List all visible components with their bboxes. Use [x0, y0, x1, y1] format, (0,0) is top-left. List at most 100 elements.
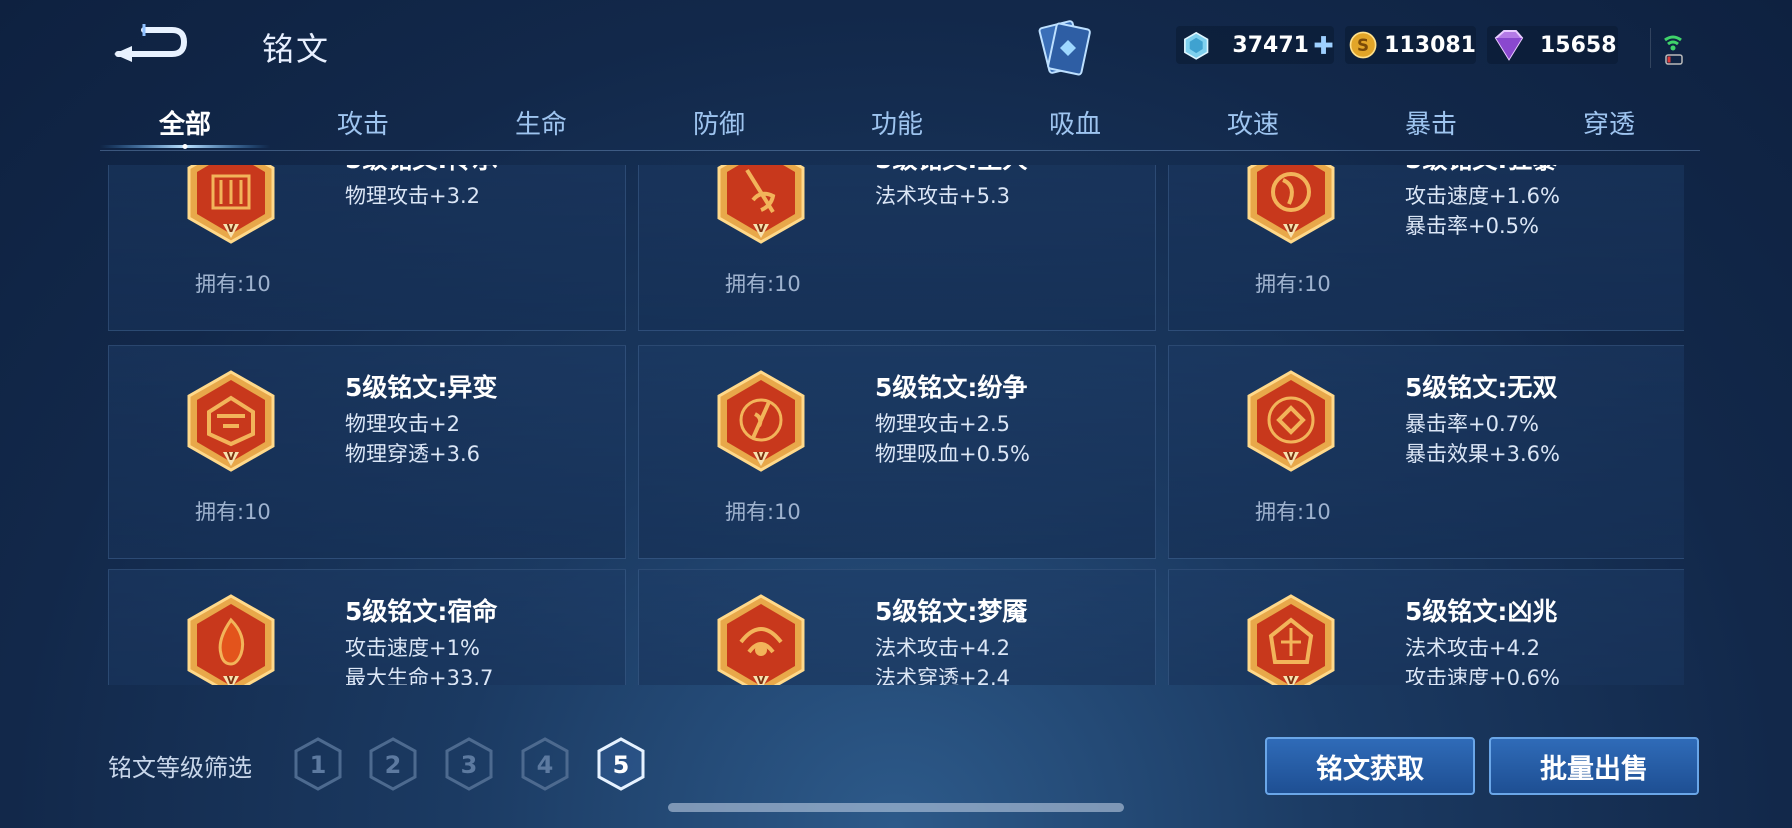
inscription-badge-icon: V: [1247, 165, 1335, 244]
level-number: 2: [385, 751, 402, 779]
inscription-badge-icon: V: [1247, 370, 1335, 472]
home-indicator: [668, 803, 1124, 812]
level-number: 3: [461, 751, 478, 779]
inscription-card[interactable]: V 5级铭文:狂暴 攻击速度+1.6% 暴击率+0.5% 拥有:10: [1168, 165, 1684, 331]
tab-attack-speed[interactable]: 攻速: [1227, 104, 1279, 141]
inscription-card[interactable]: V 5级铭文:传承 物理攻击+3.2 拥有:10: [108, 165, 626, 331]
level-filter-1[interactable]: 1: [292, 736, 344, 792]
inscription-badge-icon: V: [717, 594, 805, 685]
tab-critical[interactable]: 暴击: [1405, 104, 1457, 141]
gem-value: 15658: [1540, 32, 1617, 58]
svg-text:V: V: [227, 222, 236, 235]
inscription-card[interactable]: V 5级铭文:梦魇 法术攻击+4.2 法术穿透+2.4: [638, 569, 1156, 685]
inscription-name: 5级铭文:狂暴: [1405, 165, 1557, 176]
tab-attack[interactable]: 攻击: [337, 104, 389, 141]
inscription-grid: V 5级铭文:传承 物理攻击+3.2 拥有:10 V 5级铭文:圣人 法术攻击+…: [108, 165, 1684, 685]
level-filter-2[interactable]: 2: [367, 736, 419, 792]
inscription-stat: 法术攻击+5.3: [875, 184, 1010, 208]
inscription-badge-icon: V: [717, 370, 805, 472]
level-filter-label: 铭文等级筛选: [108, 754, 252, 782]
wifi-icon: [1664, 35, 1683, 65]
purple-gem-icon: [1494, 30, 1524, 61]
tab-function[interactable]: 功能: [871, 104, 923, 141]
crystal-resource: 37471: [1176, 26, 1334, 64]
svg-text:V: V: [1287, 674, 1296, 685]
acquire-inscription-button[interactable]: 铭文获取: [1265, 737, 1475, 795]
inscription-name: 5级铭文:纷争: [875, 373, 1028, 402]
inscription-card[interactable]: V 5级铭文:纷争 物理攻击+2.5 物理吸血+0.5% 拥有:10: [638, 345, 1156, 559]
tab-all[interactable]: 全部: [159, 104, 211, 141]
gem-resource: 15658: [1487, 26, 1618, 64]
owned-count: 拥有:10: [195, 272, 271, 296]
owned-count: 拥有:10: [725, 272, 801, 296]
inscription-card[interactable]: V 5级铭文:圣人 法术攻击+5.3 拥有:10: [638, 165, 1156, 331]
inscription-stat: 暴击效果+3.6%: [1405, 442, 1560, 466]
level-filter-4[interactable]: 4: [519, 736, 571, 792]
gold-value: 113081: [1384, 32, 1476, 58]
inscription-stat: 法术攻击+4.2: [875, 636, 1010, 660]
inscription-stat: 攻击速度+0.6%: [1405, 666, 1560, 685]
inscription-stat: 攻击速度+1%: [345, 636, 480, 660]
inscription-stat: 攻击速度+1.6%: [1405, 184, 1560, 208]
svg-text:V: V: [757, 450, 766, 463]
top-bar: 铭文 37471 S 113081 15658: [0, 0, 1792, 96]
owned-count: 拥有:10: [725, 500, 801, 524]
crystal-value: 37471: [1232, 32, 1309, 58]
owned-count: 拥有:10: [1255, 500, 1331, 524]
inscription-stat: 物理攻击+3.2: [345, 184, 480, 208]
inscription-card[interactable]: V 5级铭文:宿命 攻击速度+1% 最大生命+33.7: [108, 569, 626, 685]
svg-text:V: V: [1287, 450, 1296, 463]
plus-icon[interactable]: [1313, 32, 1334, 58]
inscription-badge-icon: V: [1247, 594, 1335, 685]
inscription-name: 5级铭文:传承: [345, 165, 497, 176]
inscription-stat: 法术攻击+4.2: [1405, 636, 1540, 660]
status-indicator: [1650, 28, 1691, 68]
inscription-card[interactable]: V 5级铭文:异变 物理攻击+2 物理穿透+3.6 拥有:10: [108, 345, 626, 559]
active-tab-indicator: [100, 144, 270, 149]
level-filter-3[interactable]: 3: [443, 736, 495, 792]
back-button[interactable]: [110, 20, 190, 64]
inscription-stat: 暴击率+0.7%: [1405, 412, 1539, 436]
svg-text:V: V: [757, 222, 766, 235]
inscription-stat: 物理攻击+2.5: [875, 412, 1010, 436]
tab-health[interactable]: 生命: [515, 104, 567, 141]
inscription-name: 5级铭文:无双: [1405, 373, 1558, 402]
owned-count: 拥有:10: [195, 500, 271, 524]
inscription-badge-icon: V: [187, 594, 275, 685]
page-title: 铭文: [262, 30, 331, 68]
inscription-card[interactable]: V 5级铭文:凶兆 法术攻击+4.2 攻击速度+0.6%: [1168, 569, 1684, 685]
gold-coin-icon: S: [1349, 31, 1377, 59]
inscription-badge-icon: V: [187, 165, 275, 244]
gold-resource: S 113081: [1345, 26, 1476, 64]
inscription-card[interactable]: V 5级铭文:无双 暴击率+0.7% 暴击效果+3.6% 拥有:10: [1168, 345, 1684, 559]
svg-text:V: V: [227, 450, 236, 463]
inscription-deck-icon[interactable]: [1030, 18, 1100, 80]
inscription-stat: 暴击率+0.5%: [1405, 214, 1539, 238]
owned-count: 拥有:10: [1255, 272, 1331, 296]
level-filter-5[interactable]: 5: [595, 736, 647, 792]
category-tabs: 全部 攻击 生命 防御 功能 吸血 攻速 暴击 穿透: [100, 100, 1700, 151]
inscription-stat: 物理穿透+3.6: [345, 442, 480, 466]
bulk-sell-button[interactable]: 批量出售: [1489, 737, 1699, 795]
inscription-name: 5级铭文:圣人: [875, 165, 1027, 176]
inscription-name: 5级铭文:异变: [345, 373, 498, 402]
inscription-stat: 最大生命+33.7: [345, 666, 494, 685]
inscription-name: 5级铭文:宿命: [345, 597, 498, 626]
inscription-stat: 物理攻击+2: [345, 412, 460, 436]
inscription-name: 5级铭文:凶兆: [1405, 597, 1558, 626]
tab-lifesteal[interactable]: 吸血: [1049, 104, 1101, 141]
level-number: 1: [310, 751, 327, 779]
tab-defense[interactable]: 防御: [693, 104, 745, 141]
inscription-badge-icon: V: [717, 165, 805, 244]
svg-text:V: V: [1287, 222, 1296, 235]
svg-text:V: V: [757, 674, 766, 685]
inscription-stat: 法术穿透+2.4: [875, 666, 1010, 685]
svg-text:S: S: [1357, 35, 1369, 55]
tab-penetration[interactable]: 穿透: [1583, 104, 1635, 141]
back-arrow-icon: [114, 24, 188, 62]
inscription-badge-icon: V: [187, 370, 275, 472]
level-number: 4: [537, 751, 554, 779]
inscription-name: 5级铭文:梦魇: [875, 597, 1028, 626]
level-number: 5: [613, 751, 630, 779]
crystal-icon: [1184, 31, 1209, 60]
